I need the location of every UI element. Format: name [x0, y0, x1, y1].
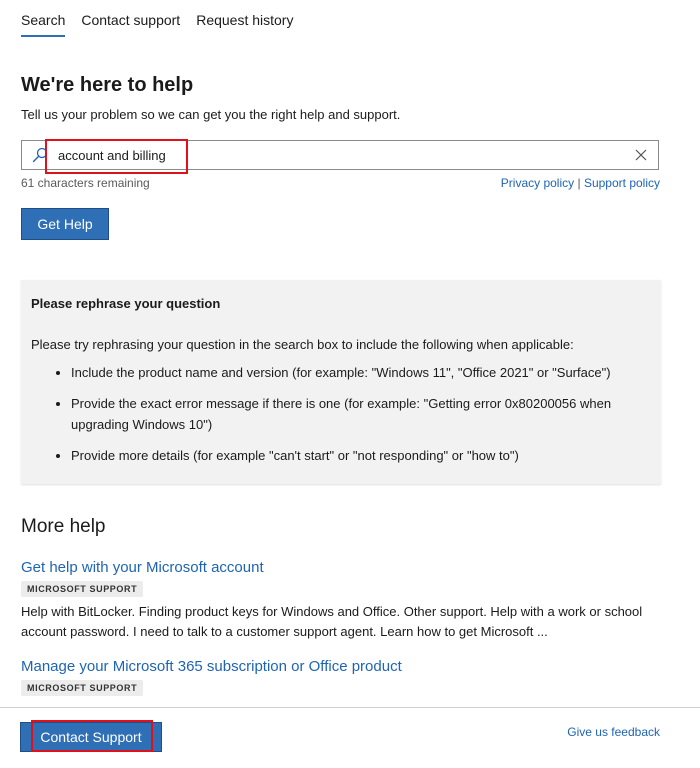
- list-item: Provide the exact error message if there…: [71, 393, 651, 435]
- characters-remaining: 61 characters remaining: [21, 176, 150, 190]
- list-item: Include the product name and version (fo…: [71, 362, 651, 383]
- tab-search[interactable]: Search: [21, 12, 66, 37]
- rephrase-lead: Please try rephrasing your question in t…: [31, 337, 574, 352]
- more-help-item: Get help with your Microsoft account MIC…: [21, 559, 661, 642]
- page-subtitle: Tell us your problem so we can get you t…: [21, 107, 401, 122]
- more-help-item: Manage your Microsoft 365 subscription o…: [21, 658, 661, 696]
- rephrase-list: Include the product name and version (fo…: [31, 362, 651, 466]
- policy-links: Privacy policy | Support policy: [501, 176, 660, 190]
- source-badge: MICROSOFT SUPPORT: [21, 680, 144, 696]
- support-policy-link[interactable]: Support policy: [584, 176, 660, 190]
- tab-bar: Search Contact support Request history: [21, 12, 293, 37]
- more-help-link-account[interactable]: Get help with your Microsoft account: [21, 559, 661, 576]
- list-item: Provide more details (for example "can't…: [71, 445, 651, 466]
- contact-support-button[interactable]: Contact Support: [20, 722, 162, 752]
- rephrase-title: Please rephrase your question: [31, 296, 221, 311]
- tab-contact-support[interactable]: Contact support: [81, 12, 180, 37]
- rephrase-panel: Please rephrase your question Please try…: [21, 280, 661, 484]
- footer-bar: Contact Support Give us feedback: [0, 707, 700, 768]
- give-feedback-link[interactable]: Give us feedback: [567, 725, 660, 739]
- tab-request-history[interactable]: Request history: [196, 12, 293, 37]
- privacy-policy-link[interactable]: Privacy policy: [501, 176, 574, 190]
- page-title: We're here to help: [21, 74, 194, 96]
- policy-separator: |: [577, 176, 581, 190]
- search-box: [21, 140, 659, 170]
- get-help-button[interactable]: Get Help: [21, 208, 109, 240]
- more-help-title: More help: [21, 516, 106, 537]
- more-help-link-m365[interactable]: Manage your Microsoft 365 subscription o…: [21, 658, 661, 675]
- clear-icon[interactable]: [634, 148, 648, 162]
- search-icon: [32, 147, 48, 163]
- search-input[interactable]: [58, 141, 618, 169]
- more-help-description: Help with BitLocker. Finding product key…: [21, 604, 643, 639]
- source-badge: MICROSOFT SUPPORT: [21, 581, 144, 597]
